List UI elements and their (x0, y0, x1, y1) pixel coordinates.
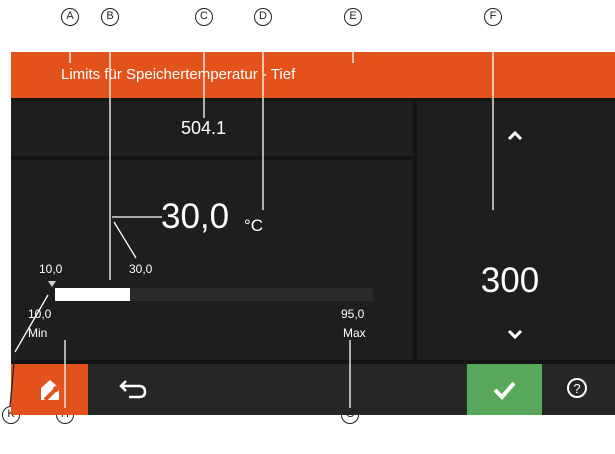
help-button[interactable]: ? (551, 364, 615, 415)
callout-c: C (195, 8, 213, 26)
chevron-down-icon (507, 329, 523, 340)
chevron-up-icon (507, 130, 523, 141)
temperature-bar-fill (55, 288, 130, 301)
home-service-button[interactable] (11, 364, 88, 415)
min-value: 10,0 (28, 307, 52, 321)
min-label: Min (28, 326, 48, 340)
limit-marker-icon (48, 281, 56, 287)
title-bar: Limits für Speichertemperatur - Tief (11, 52, 615, 98)
help-icon: ? (567, 378, 587, 398)
adjust-panel: 300 (417, 101, 615, 360)
temperature-value: 30,0 (161, 197, 230, 236)
max-label: Max (343, 326, 366, 340)
fill-label: 30,0 (129, 262, 153, 276)
decrease-button[interactable] (487, 313, 543, 353)
device-screen: Limits für Speichertemperatur - Tief 504… (11, 52, 615, 415)
svg-text:?: ? (573, 381, 580, 396)
marker-label: 10,0 (39, 262, 63, 276)
bottom-toolbar: ? (11, 364, 615, 415)
checkmark-icon (493, 381, 516, 400)
temperature-bar[interactable] (55, 288, 373, 301)
confirm-button[interactable] (467, 364, 542, 415)
callout-d: D (254, 8, 272, 26)
max-value: 95,0 (341, 307, 365, 321)
page-title: Limits für Speichertemperatur - Tief (61, 66, 296, 83)
home-wrench-icon (41, 380, 59, 402)
back-button[interactable] (99, 364, 159, 415)
callout-a: A (61, 8, 79, 26)
parameter-value: 504.1 (181, 118, 227, 138)
temperature-unit: °C (244, 216, 264, 235)
callout-b: B (101, 8, 119, 26)
back-arrow-icon (119, 380, 147, 399)
callout-e: E (344, 8, 362, 26)
callout-f: F (484, 8, 502, 26)
increase-button[interactable] (487, 115, 543, 155)
setpoint-value: 300 (480, 261, 540, 300)
